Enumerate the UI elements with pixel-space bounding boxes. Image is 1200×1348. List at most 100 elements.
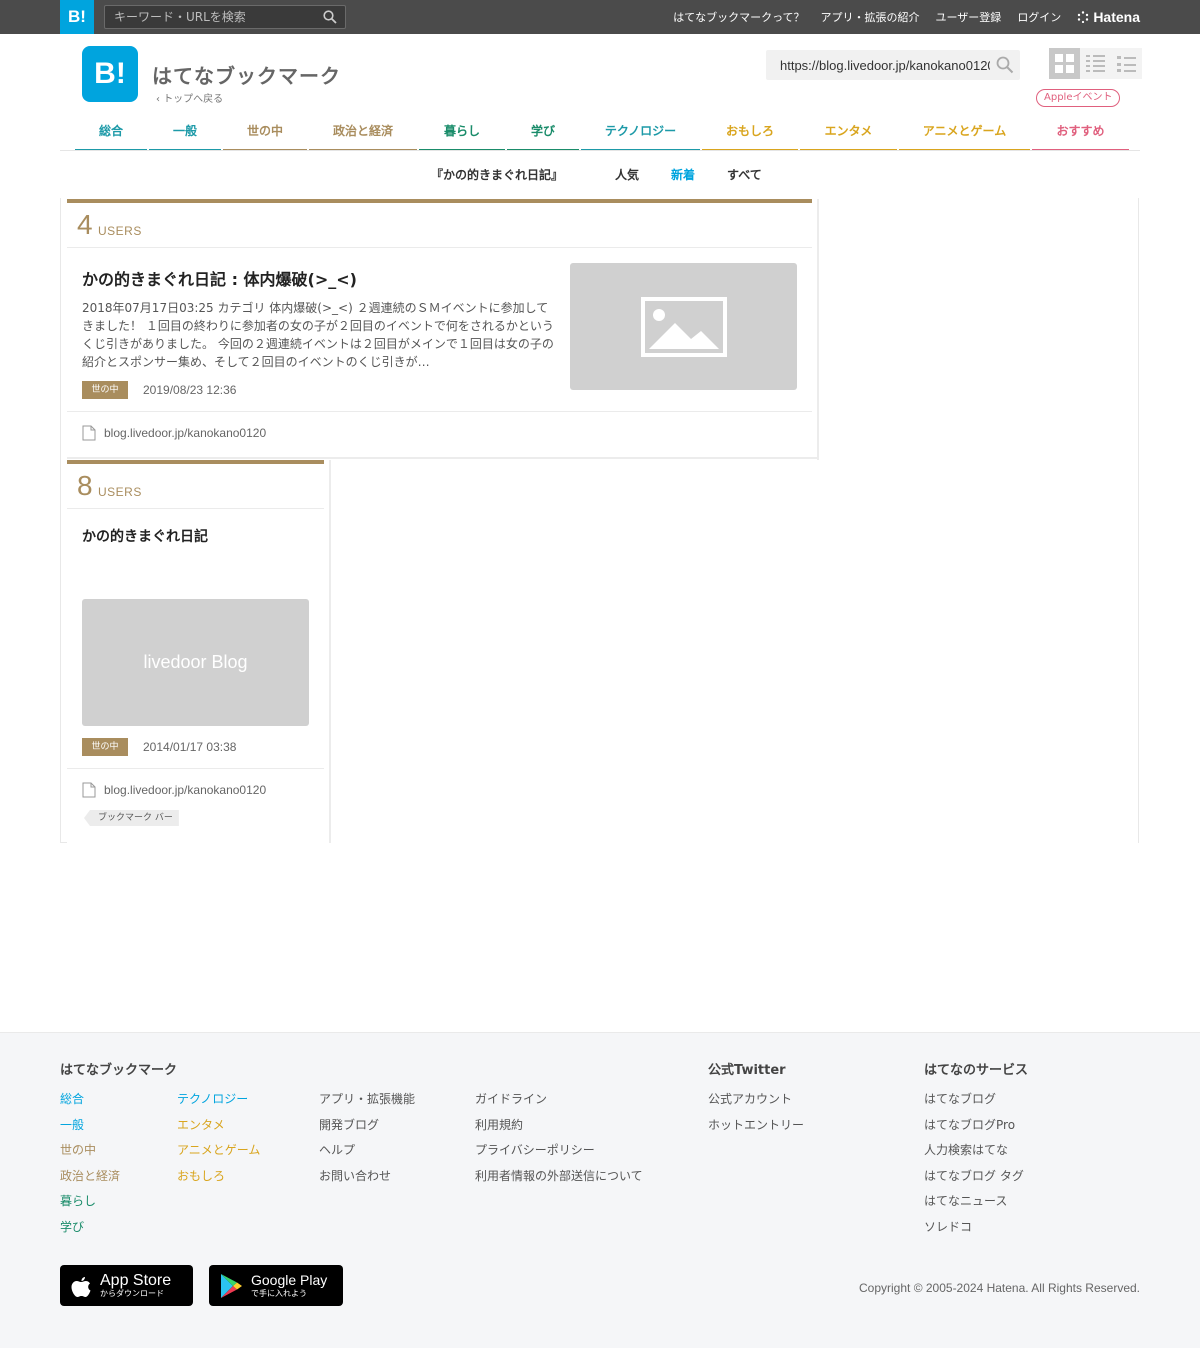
footer-link-official-account[interactable]: 公式アカウント bbox=[708, 1092, 792, 1106]
footer-services-list: はてなブログ はてなブログPro 人力検索はてな はてなブログ タグ はてなニュ… bbox=[924, 1090, 1024, 1244]
list-view-button[interactable] bbox=[1080, 48, 1111, 79]
image-placeholder-icon bbox=[640, 296, 727, 357]
site-crumb: 『かの的きまぐれ日記』 bbox=[431, 168, 564, 182]
global-search bbox=[104, 5, 346, 29]
footer-link-economics[interactable]: 政治と経済 bbox=[60, 1169, 120, 1183]
footer-link-blog-tags[interactable]: はてなブログ タグ bbox=[924, 1169, 1024, 1183]
category-tab-knowledge[interactable]: 学び bbox=[507, 118, 579, 151]
about-link[interactable]: はてなブックマークって？ bbox=[673, 9, 804, 25]
footer-link-general[interactable]: 総合 bbox=[60, 1092, 84, 1106]
tab-new[interactable]: 新着 bbox=[671, 166, 695, 183]
entry-domain[interactable]: blog.livedoor.jp/kanokano0120 bbox=[82, 425, 266, 441]
url-search bbox=[766, 50, 1020, 80]
google-play-button[interactable]: Google Play で手に入れよう bbox=[209, 1265, 343, 1306]
hatena-bookmark-logo[interactable]: B! bbox=[60, 0, 94, 34]
footer-link-help[interactable]: ヘルプ bbox=[319, 1143, 355, 1157]
login-link[interactable]: ログイン bbox=[1017, 9, 1061, 25]
category-tab-game[interactable]: アニメとゲーム bbox=[899, 118, 1030, 151]
site-logo[interactable]: B! bbox=[82, 46, 138, 102]
footer-link-life[interactable]: 暮らし bbox=[60, 1194, 96, 1208]
entry-domain-label: blog.livedoor.jp/kanokano0120 bbox=[104, 783, 267, 797]
category-tab-entertainment[interactable]: エンタメ bbox=[800, 118, 897, 151]
bookmark-tag[interactable]: ブックマーク バー bbox=[84, 810, 179, 826]
view-toggle bbox=[1049, 48, 1142, 79]
site-title[interactable]: はてなブックマーク bbox=[152, 60, 341, 89]
google-play-label: Google Play bbox=[251, 1272, 328, 1288]
entry-topbar bbox=[67, 199, 812, 203]
footer-link-contact[interactable]: お問い合わせ bbox=[319, 1169, 391, 1183]
footer-link-hatena-news[interactable]: はてなニュース bbox=[924, 1194, 1007, 1208]
app-store-button[interactable]: App Store からダウンロード bbox=[60, 1265, 193, 1306]
entry-card: 4 USERS かの的きまぐれ日記 : 体内爆破(>_<) 2018年07月17… bbox=[67, 199, 819, 460]
hatena-brand[interactable]: Hatena bbox=[1077, 9, 1140, 25]
entry-shadow bbox=[817, 199, 819, 460]
entry-domain-label: blog.livedoor.jp/kanokano0120 bbox=[104, 426, 267, 440]
entry-users-count[interactable]: 8 bbox=[77, 470, 93, 502]
entry-card: 8 USERS かの的きまぐれ日記 livedoor Blog 世の中 2014… bbox=[67, 460, 331, 843]
entry-divider bbox=[67, 411, 812, 412]
entry-thumbnail[interactable] bbox=[570, 263, 797, 390]
footer-link-it[interactable]: テクノロジー bbox=[177, 1092, 248, 1106]
entry-title[interactable]: かの的きまぐれ日記 bbox=[82, 526, 208, 546]
list-view-icon bbox=[1086, 55, 1105, 72]
tab-popular[interactable]: 人気 bbox=[615, 166, 639, 183]
page-icon bbox=[82, 425, 96, 441]
footer-link-knowledge[interactable]: 学び bbox=[60, 1220, 84, 1234]
footer-category-list: テクノロジー エンタメ アニメとゲーム おもしろ bbox=[177, 1090, 260, 1192]
entry-shadow bbox=[329, 460, 331, 843]
footer-link-hotentry[interactable]: ホットエントリー bbox=[708, 1118, 804, 1132]
back-to-top-link[interactable]: ‹ トップへ戻る bbox=[156, 90, 223, 105]
footer-link-dev-blog[interactable]: 開発ブログ bbox=[319, 1118, 379, 1132]
apple-event-badge[interactable]: Appleイベント bbox=[1036, 89, 1121, 107]
google-play-text: Google Play で手に入れよう bbox=[251, 1272, 327, 1299]
category-tab-it[interactable]: テクノロジー bbox=[581, 118, 700, 151]
entry-users-label[interactable]: USERS bbox=[98, 224, 142, 238]
footer-link-hatena-blog-pro[interactable]: はてなブログPro bbox=[924, 1118, 1015, 1132]
footer-link-soredoko[interactable]: ソレドコ bbox=[924, 1220, 972, 1234]
footer-link-everyday[interactable]: 一般 bbox=[60, 1118, 84, 1132]
entry-users-label[interactable]: USERS bbox=[98, 485, 142, 499]
search-icon[interactable] bbox=[323, 10, 337, 24]
category-tab-fun[interactable]: おもしろ bbox=[702, 118, 798, 151]
hatena-dots-icon bbox=[1078, 11, 1089, 23]
footer-link-guidelines[interactable]: ガイドライン bbox=[475, 1092, 547, 1106]
footer-link-apps[interactable]: アプリ・拡張機能 bbox=[319, 1092, 415, 1106]
compact-list-view-button[interactable] bbox=[1111, 48, 1142, 79]
url-search-input[interactable] bbox=[766, 50, 990, 80]
footer-link-privacy[interactable]: プライバシーポリシー bbox=[475, 1143, 595, 1157]
entry-users-count[interactable]: 4 bbox=[77, 209, 93, 241]
footer-link-entertainment[interactable]: エンタメ bbox=[177, 1118, 225, 1132]
nav-divider bbox=[60, 150, 1140, 151]
footer-link-social[interactable]: 世の中 bbox=[60, 1143, 96, 1157]
global-search-input[interactable] bbox=[105, 6, 315, 28]
footer-link-terms[interactable]: 利用規約 bbox=[475, 1118, 523, 1132]
grid-view-button[interactable] bbox=[1049, 48, 1080, 79]
category-tag[interactable]: 世の中 bbox=[82, 738, 128, 756]
entry-divider bbox=[67, 508, 324, 509]
category-tab-social[interactable]: 世の中 bbox=[223, 118, 307, 151]
entry-divider bbox=[67, 768, 324, 769]
compact-list-view-icon bbox=[1117, 56, 1136, 72]
category-tab-life[interactable]: 暮らし bbox=[419, 118, 505, 151]
search-icon[interactable] bbox=[996, 56, 1014, 74]
entry-domain[interactable]: blog.livedoor.jp/kanokano0120 bbox=[82, 782, 266, 798]
footer-link-fun[interactable]: おもしろ bbox=[177, 1169, 225, 1183]
register-link[interactable]: ユーザー登録 bbox=[936, 9, 1002, 25]
google-play-icon bbox=[221, 1273, 242, 1298]
footer-link-hatena-blog[interactable]: はてなブログ bbox=[924, 1092, 996, 1106]
tab-all[interactable]: すべて bbox=[727, 166, 762, 183]
entry-thumbnail[interactable]: livedoor Blog bbox=[82, 599, 309, 726]
entry-divider bbox=[67, 247, 812, 248]
footer-link-external-transmission[interactable]: 利用者情報の外部送信について bbox=[475, 1169, 643, 1183]
footer-link-game[interactable]: アニメとゲーム bbox=[177, 1143, 260, 1157]
category-tab-everyday[interactable]: 一般 bbox=[149, 118, 221, 151]
content-frame-right bbox=[1138, 198, 1139, 843]
entry-date: 2019/08/23 12:36 bbox=[143, 383, 237, 397]
category-tab-economics[interactable]: 政治と経済 bbox=[309, 118, 417, 151]
apps-link[interactable]: アプリ・拡張の紹介 bbox=[821, 9, 920, 25]
footer-link-jinriki[interactable]: 人力検索はてな bbox=[924, 1143, 1008, 1157]
entry-title[interactable]: かの的きまぐれ日記 : 体内爆破(>_<) bbox=[82, 266, 357, 290]
category-tag[interactable]: 世の中 bbox=[82, 381, 128, 399]
category-tab-recommended[interactable]: おすすめ bbox=[1032, 118, 1129, 151]
category-tab-general[interactable]: 総合 bbox=[75, 118, 147, 151]
